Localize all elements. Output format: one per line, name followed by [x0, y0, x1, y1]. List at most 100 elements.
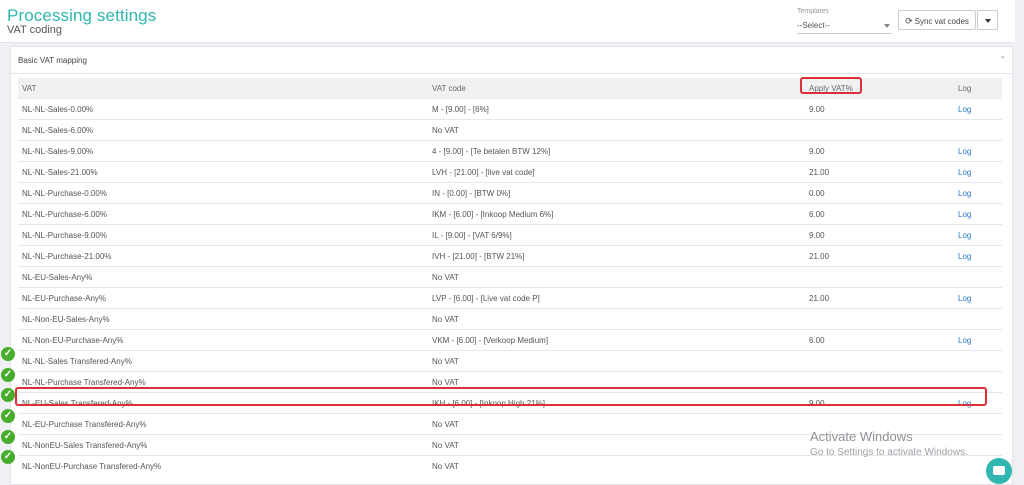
sync-vat-codes-label: Sync vat codes — [914, 17, 969, 26]
apply-vat-cell — [805, 266, 954, 288]
table-row: NL-NL-Sales-21.00% LVH - [21.00] - [live … — [18, 161, 1002, 183]
table-row: NL-NL-Purchase-9.00% IL - [9.00] - [VAT 6… — [18, 224, 1002, 246]
column-header-vat[interactable]: VAT — [18, 78, 428, 99]
vat-code-cell[interactable]: IKM - [6.00] - [Inkoop Medium 6%] — [428, 203, 805, 225]
vat-cell: NL-Non-EU-Sales-Any% — [18, 308, 428, 330]
log-link[interactable]: Log — [954, 98, 1002, 120]
vat-cell: NL-NL-Sales-6.00% — [18, 119, 428, 141]
vat-cell: NL-EU-Purchase-Any% — [18, 287, 428, 309]
apply-vat-cell — [805, 119, 954, 141]
table-row: NL-NL-Purchase-0.00% IN - [0.00] - [BTW 0… — [18, 182, 1002, 204]
checkmark-icon: ✓ — [1, 429, 15, 444]
checkmark-icon: ✓ — [1, 367, 15, 382]
apply-vat-cell: 9.00 — [805, 224, 954, 246]
apply-vat-header-highlight — [800, 77, 862, 94]
log-link[interactable]: Log — [954, 287, 1002, 309]
apply-vat-cell: 9.00 — [805, 98, 954, 120]
log-link[interactable]: Log — [954, 329, 1002, 351]
windows-activation-title: Activate Windows — [810, 429, 913, 444]
vat-cell: NL-EU-Sales-Any% — [18, 266, 428, 288]
vat-code-cell[interactable]: IL - [9.00] - [VAT 6/9%] — [428, 224, 805, 246]
vat-code-cell[interactable]: No VAT — [428, 455, 805, 476]
chat-bubble-icon — [993, 466, 1005, 475]
table-row: NL-NL-Purchase-6.00% IKM - [6.00] - [Inko… — [18, 203, 1002, 225]
templates-label: Templates — [797, 8, 829, 15]
caret-down-icon — [985, 19, 991, 23]
log-link[interactable] — [954, 350, 1002, 372]
table-row: NL-Non-EU-Sales-Any% No VAT — [18, 308, 1002, 330]
log-link[interactable] — [954, 119, 1002, 141]
page-header: Processing settings VAT coding Templates… — [0, 0, 1015, 43]
vat-code-cell[interactable]: No VAT — [428, 266, 805, 288]
highlighted-row-outline — [15, 387, 987, 406]
refresh-icon: ⟳ — [905, 16, 913, 26]
table-row: NL-NL-Purchase-21.00% IVH - [21.00] - [BT… — [18, 245, 1002, 267]
vat-cell: NL-NL-Sales-0.00% — [18, 98, 428, 120]
log-link[interactable]: Log — [954, 224, 1002, 246]
windows-activation-subtitle: Go to Settings to activate Windows. — [810, 447, 968, 458]
table-row: NL-NL-Sales-6.00% No VAT — [18, 119, 1002, 141]
apply-vat-cell: 6.00 — [805, 329, 954, 351]
apply-vat-cell: 9.00 — [805, 140, 954, 162]
table-row: NL-NL-Sales-0.00% M - [9.00] - [6%] 9.00 Lo… — [18, 98, 1002, 120]
table-row: NL-EU-Sales-Any% No VAT — [18, 266, 1002, 288]
log-link[interactable]: Log — [954, 140, 1002, 162]
apply-vat-cell — [805, 455, 954, 476]
table-row: NL-EU-Purchase-Any% LVP - [6.00] - [Live … — [18, 287, 1002, 309]
table-row: NL-NonEU-Purchase Transfered-Any% No VAT — [18, 455, 1002, 476]
log-link[interactable]: Log — [954, 245, 1002, 267]
log-link[interactable] — [954, 266, 1002, 288]
panel-divider — [11, 73, 1012, 74]
vat-code-cell[interactable]: IN - [0.00] - [BTW 0%] — [428, 182, 805, 204]
vat-cell: NL-NonEU-Purchase Transfered-Any% — [18, 455, 428, 476]
vat-code-cell[interactable]: M - [9.00] - [6%] — [428, 98, 805, 120]
vat-code-cell[interactable]: LVP - [6.00] - [Live vat code P] — [428, 287, 805, 309]
basic-vat-mapping-panel: Basic VAT mapping ⌃ VAT VAT code Apply V… — [10, 46, 1013, 485]
page-title: Processing settings — [7, 6, 157, 25]
log-link[interactable]: Log — [954, 161, 1002, 183]
checkmark-icon: ✓ — [1, 409, 15, 423]
vat-cell: NL-NL-Sales Transfered-Any% — [18, 350, 428, 372]
apply-vat-cell — [805, 308, 954, 330]
vat-code-cell[interactable]: No VAT — [428, 434, 805, 456]
vat-cell: NL-NonEU-Sales Transfered-Any% — [18, 434, 428, 456]
table-row: NL-NL-Sales-9.00% 4 - [9.00] - [Te betale… — [18, 140, 1002, 162]
apply-vat-cell: 6.00 — [805, 203, 954, 225]
vat-cell: NL-NL-Sales-9.00% — [18, 140, 428, 162]
vat-code-cell[interactable]: 4 - [9.00] - [Te betalen BTW 12%] — [428, 140, 805, 162]
panel-title: Basic VAT mapping — [18, 56, 87, 65]
apply-vat-cell: 0.00 — [805, 182, 954, 204]
sync-vat-codes-button[interactable]: ⟳ Sync vat codes — [898, 10, 976, 30]
vat-cell: NL-NL-Sales-21.00% — [18, 161, 428, 183]
vat-cell: NL-NL-Purchase-9.00% — [18, 224, 428, 246]
chat-widget-button[interactable] — [986, 458, 1012, 484]
vat-cell: NL-NL-Purchase-0.00% — [18, 182, 428, 204]
vat-code-cell[interactable]: IVH - [21.00] - [BTW 21%] — [428, 245, 805, 267]
column-header-log[interactable]: Log — [954, 78, 1002, 99]
column-header-vat-code[interactable]: VAT code — [428, 78, 805, 99]
vat-cell: NL-EU-Purchase Transfered-Any% — [18, 413, 428, 435]
table-row: NL-NL-Sales Transfered-Any% No VAT — [18, 350, 1002, 372]
vat-code-cell[interactable]: No VAT — [428, 308, 805, 330]
vat-mapping-table: VAT VAT code Apply VAT% Log NL-NL-Sales-… — [18, 78, 1002, 476]
vat-cell: NL-NL-Purchase-6.00% — [18, 203, 428, 225]
log-link[interactable] — [954, 413, 1002, 435]
chevron-up-icon[interactable]: ⌃ — [999, 55, 1006, 64]
vat-code-cell[interactable]: LVH - [21.00] - [live vat code] — [428, 161, 805, 183]
apply-vat-cell — [805, 350, 954, 372]
vat-code-cell[interactable]: No VAT — [428, 119, 805, 141]
log-link[interactable]: Log — [954, 182, 1002, 204]
vat-code-cell[interactable]: VKM - [6.00] - [Verkoop Medium] — [428, 329, 805, 351]
apply-vat-cell: 21.00 — [805, 287, 954, 309]
log-link[interactable] — [954, 308, 1002, 330]
templates-select[interactable]: --Select-- — [797, 18, 892, 34]
vat-code-cell[interactable]: No VAT — [428, 413, 805, 435]
vat-code-cell[interactable]: No VAT — [428, 350, 805, 372]
templates-select-value: --Select-- — [797, 21, 830, 30]
table-row: NL-Non-EU-Purchase-Any% VKM - [6.00] - [V… — [18, 329, 1002, 351]
chevron-down-icon — [884, 24, 890, 28]
sync-options-dropdown-button[interactable] — [977, 10, 998, 30]
apply-vat-cell: 21.00 — [805, 245, 954, 267]
vat-cell: NL-NL-Purchase-21.00% — [18, 245, 428, 267]
log-link[interactable]: Log — [954, 203, 1002, 225]
